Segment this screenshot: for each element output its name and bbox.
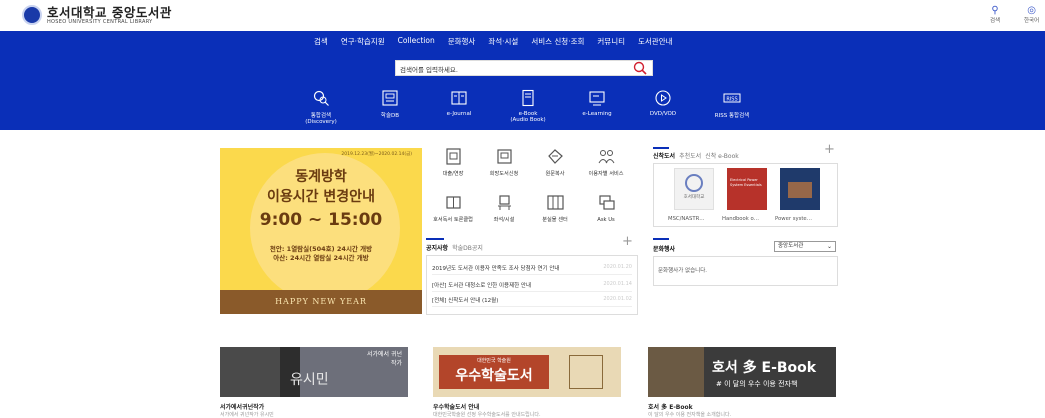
quick-user-service[interactable]: 이용자별 서비스 xyxy=(584,147,628,178)
card-image[interactable]: 서가에서 귀넌 작가 유시민 xyxy=(220,347,408,397)
nav-item[interactable]: 좌석·시설 xyxy=(488,36,518,47)
play-icon xyxy=(655,90,671,106)
nav-item[interactable]: 문화행사 xyxy=(448,36,476,47)
list-item[interactable]: [전체] 신착도서 안내 (12월) 2020.01.02 xyxy=(432,296,632,307)
svg-text:RISS: RISS xyxy=(726,97,737,103)
tab-culture[interactable]: 문화행사 xyxy=(653,244,675,253)
tab-indicator xyxy=(653,147,669,149)
header-search-button[interactable]: ⚲ 검색 xyxy=(990,5,1000,24)
tab-new-ebook[interactable]: 신착 e-Book xyxy=(705,151,739,160)
language-button[interactable]: ◎ 한국어 xyxy=(1024,5,1039,24)
book-caption[interactable]: Power syste… xyxy=(775,216,819,222)
card-title[interactable]: 호서 多 E-Book xyxy=(648,402,693,411)
tab-recommended[interactable]: 추천도서 xyxy=(679,151,701,160)
university-seal-icon xyxy=(22,5,42,25)
vacation-hours-banner[interactable]: 2019.12.23(월)~2020.02.14(금) 동계방학 이용시간 변경… xyxy=(220,148,422,314)
book-cover[interactable]: 호서대학교 xyxy=(674,168,714,210)
request-book-icon xyxy=(496,149,512,164)
book-caption[interactable]: MSC/NASTR… xyxy=(668,216,712,222)
database-icon xyxy=(382,90,398,106)
card-title[interactable]: 우수학술도서 안내 xyxy=(433,402,479,411)
journal-icon xyxy=(451,91,467,105)
loan-icon xyxy=(445,148,461,165)
nav-item[interactable]: 연구·학습지원 xyxy=(341,36,385,47)
card-image[interactable]: 대한민국 학술원 우수학술도서 xyxy=(433,347,621,397)
book-tabs: 신착도서 추천도서 신착 e-Book xyxy=(653,151,743,160)
search-icon[interactable] xyxy=(632,60,648,76)
notice-tabs: 공지사항 학술DB공지 xyxy=(426,243,487,252)
service-db[interactable]: 학술DB xyxy=(355,89,425,119)
nav-item[interactable]: 도서관안내 xyxy=(638,36,673,47)
ebook-icon xyxy=(522,89,534,107)
lost-found-icon xyxy=(546,195,564,210)
tab-db-notice[interactable]: 학술DB공지 xyxy=(452,243,483,252)
service-ejournal[interactable]: e-Journal xyxy=(424,89,494,117)
service-discovery[interactable]: 통합검색 (Discovery) xyxy=(286,89,356,125)
reading-club-icon xyxy=(445,196,461,209)
tab-notice[interactable]: 공지사항 xyxy=(426,243,448,252)
chevron-down-icon: ⌄ xyxy=(826,243,832,250)
global-nav: 검색 연구·학습지원 Collection 문화행사 좌석·시설 서비스 신청·… xyxy=(314,36,686,47)
users-icon xyxy=(598,150,614,164)
book-cover[interactable]: Electrical Power System Essentials xyxy=(727,168,767,210)
globe-icon: ◎ xyxy=(1027,5,1036,16)
books-more-button[interactable]: + xyxy=(824,143,835,156)
university-seal-icon xyxy=(685,174,703,192)
tab-indicator xyxy=(426,238,444,240)
quick-lost-found[interactable]: 분실물 센터 xyxy=(533,193,577,224)
nav-item[interactable]: 검색 xyxy=(314,36,328,47)
culture-tabs: 문화행사 xyxy=(653,244,679,253)
book-icon xyxy=(569,355,603,389)
search-input[interactable]: 검색어를 입력하세요. xyxy=(400,64,458,74)
seat-icon xyxy=(497,195,511,210)
quick-request[interactable]: 희망도서신청 xyxy=(482,147,526,178)
service-dvd[interactable]: DVD/VOD xyxy=(628,89,698,117)
notice-more-button[interactable]: + xyxy=(622,235,633,248)
search-box[interactable]: 검색어를 입력하세요. xyxy=(395,60,653,76)
service-elearning[interactable]: e-Learning xyxy=(562,89,632,117)
elearning-icon xyxy=(589,91,605,106)
nav-item[interactable]: 커뮤니티 xyxy=(597,36,625,47)
book-caption[interactable]: Handbook o… xyxy=(722,216,766,222)
quick-loan[interactable]: 대출/연장 xyxy=(431,147,475,178)
list-item[interactable]: 2019년도 도서관 이용자 만족도 조사 당첨자 연기 안내 2020.01.2… xyxy=(432,264,632,275)
site-title: 호서대학교 중앙도서관 xyxy=(47,4,172,20)
integrated-search-icon xyxy=(313,90,329,106)
quick-seat[interactable]: 좌석/시설 xyxy=(482,193,526,224)
copy-icon xyxy=(547,149,563,164)
search-icon: ⚲ xyxy=(991,5,999,16)
empty-message: 문화행사가 없습니다. xyxy=(658,268,708,274)
quick-copy[interactable]: 원문복사 xyxy=(533,147,577,178)
quick-reading-club[interactable]: 호서독서 토론클럽 xyxy=(431,193,475,224)
riss-icon: RISS xyxy=(723,93,741,103)
card-image[interactable]: 호서 多 E-Book # 이 달의 우수 이용 전자책 xyxy=(648,347,836,397)
service-riss[interactable]: RISS RISS 통합검색 xyxy=(697,89,767,119)
nav-item[interactable]: Collection xyxy=(398,36,435,47)
book-cover[interactable] xyxy=(780,168,820,210)
tab-new-books[interactable]: 신착도서 xyxy=(653,151,675,160)
site-header: 호서대학교 중앙도서관 HOSEO UNIVERSITY CENTRAL LIB… xyxy=(0,0,1045,31)
nav-item[interactable]: 서비스 신청·조회 xyxy=(531,36,584,47)
service-ebook[interactable]: e-Book (Audio Book) xyxy=(493,89,563,123)
library-logo[interactable]: 호서대학교 중앙도서관 HOSEO UNIVERSITY CENTRAL LIB… xyxy=(22,5,172,25)
tab-indicator xyxy=(653,238,669,240)
list-item[interactable]: [아산] 도서관 대청소로 인한 이용제한 안내 2020.01.14 xyxy=(432,281,632,292)
branch-select[interactable]: 중앙도서관 ⌄ xyxy=(774,241,836,252)
card-title[interactable]: 서가에서귀넌작가 xyxy=(220,402,264,411)
quick-ask-us[interactable]: Ask Us xyxy=(584,193,628,224)
ask-icon xyxy=(598,195,615,210)
